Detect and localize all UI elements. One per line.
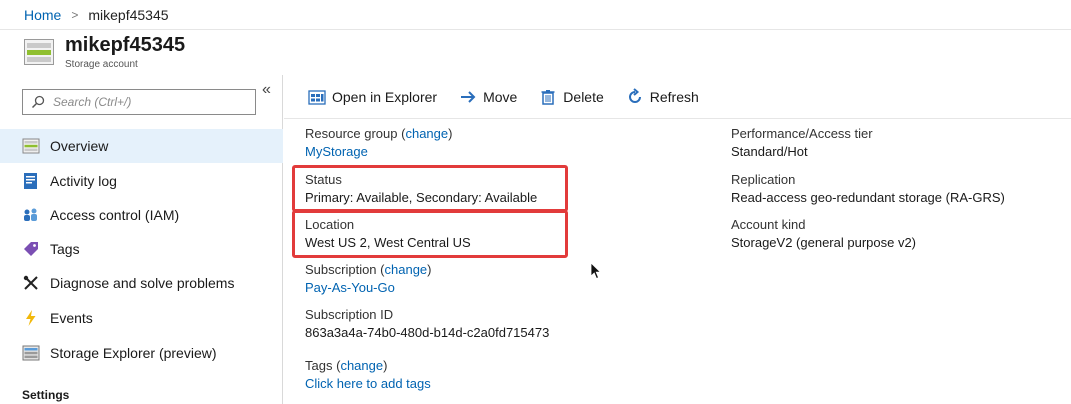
trash-icon	[539, 88, 557, 106]
lightning-icon	[22, 309, 40, 327]
sidebar-item-label: Events	[50, 310, 93, 326]
mouse-cursor-icon	[590, 262, 602, 280]
sidebar-item-label: Activity log	[50, 173, 117, 189]
delete-label: Delete	[563, 88, 604, 105]
breadcrumb-current: mikepf45345	[88, 6, 169, 23]
refresh-button[interactable]: Refresh	[626, 87, 699, 106]
subscription-id-value: 863a3a4a-74b0-480d-b14d-c2a0fd715473	[305, 325, 550, 340]
tags-label: Tags	[305, 358, 333, 373]
subscription-property: Subscription (change) Pay-As-You-Go	[305, 262, 432, 298]
sidebar-item-storage-explorer[interactable]: Storage Explorer (preview)	[0, 336, 283, 370]
sidebar-item-overview[interactable]: Overview	[0, 129, 283, 163]
breadcrumb: Home > mikepf45345	[0, 0, 1071, 30]
tag-icon	[22, 240, 40, 258]
arrow-right-icon	[459, 88, 477, 106]
status-property: Status Primary: Available, Secondary: Av…	[305, 172, 537, 208]
collapse-sidebar-button[interactable]: «	[262, 81, 271, 99]
sidebar-section-settings: Settings	[22, 388, 70, 402]
page-title: mikepf45345	[65, 34, 186, 56]
performance-tier-label: Performance/Access tier	[731, 126, 873, 141]
delete-button[interactable]: Delete	[539, 88, 604, 106]
status-label: Status	[305, 172, 342, 187]
command-bar: Open in Explorer Move Delete Refresh	[284, 75, 1071, 119]
add-tags-link[interactable]: Click here to add tags	[305, 376, 431, 394]
storage-overview-icon	[22, 137, 40, 155]
storage-explorer-icon	[22, 344, 40, 362]
subscription-id-property: Subscription ID 863a3a4a-74b0-480d-b14d-…	[305, 307, 549, 343]
sidebar-item-label: Access control (IAM)	[50, 207, 180, 223]
subscription-label: Subscription	[305, 262, 377, 277]
resource-group-change-link[interactable]: change	[405, 126, 448, 141]
sidebar-item-label: Tags	[50, 241, 80, 257]
sidebar-item-diagnose[interactable]: Diagnose and solve problems	[0, 266, 283, 300]
people-icon	[22, 206, 40, 224]
breadcrumb-separator: >	[71, 7, 79, 22]
search-icon	[31, 95, 45, 109]
replication-value: Read-access geo-redundant storage (RA-GR…	[731, 190, 1005, 205]
resource-group-label-row: Resource group (change)	[305, 126, 453, 141]
wrench-icon	[22, 274, 40, 292]
open-in-explorer-label: Open in Explorer	[332, 88, 438, 105]
tags-label-row: Tags (change)	[305, 358, 388, 373]
location-label: Location	[305, 217, 355, 232]
sidebar: « Overview Activity log Access control (…	[0, 75, 283, 404]
subscription-change-link[interactable]: change	[385, 262, 428, 277]
move-button[interactable]: Move	[459, 88, 517, 106]
explorer-icon	[308, 88, 326, 106]
resource-group-property: Resource group (change) MyStorage	[305, 126, 452, 162]
performance-tier-value: Standard/Hot	[731, 144, 808, 159]
location-property: Location West US 2, West Central US	[305, 217, 471, 253]
sidebar-item-access-control[interactable]: Access control (IAM)	[0, 198, 283, 232]
status-value: Primary: Available, Secondary: Available	[305, 190, 538, 205]
refresh-label: Refresh	[649, 88, 699, 105]
search-input[interactable]	[53, 93, 249, 111]
account-kind-label: Account kind	[731, 217, 806, 232]
sidebar-item-activity-log[interactable]: Activity log	[0, 164, 283, 198]
resource-group-value-link[interactable]: MyStorage	[305, 144, 452, 162]
subscription-label-row: Subscription (change)	[305, 262, 432, 277]
sidebar-search[interactable]	[22, 89, 256, 115]
tags-property: Tags (change) Click here to add tags	[305, 358, 431, 394]
activity-log-icon	[22, 172, 40, 190]
sidebar-item-label: Overview	[50, 138, 109, 154]
replication-label: Replication	[731, 172, 796, 187]
open-in-explorer-button[interactable]: Open in Explorer	[308, 88, 437, 106]
breadcrumb-home-link[interactable]: Home	[24, 7, 61, 23]
subscription-value-link[interactable]: Pay-As-You-Go	[305, 280, 432, 298]
sidebar-item-label: Diagnose and solve problems	[50, 275, 235, 291]
refresh-icon	[626, 87, 644, 106]
location-value: West US 2, West Central US	[305, 235, 471, 250]
page-subtitle: Storage account	[65, 59, 138, 70]
storage-account-icon	[24, 39, 54, 65]
resource-group-label: Resource group	[305, 126, 398, 141]
account-kind-property: Account kind StorageV2 (general purpose …	[731, 217, 916, 253]
performance-tier-property: Performance/Access tier Standard/Hot	[731, 126, 873, 162]
account-kind-value: StorageV2 (general purpose v2)	[731, 235, 917, 250]
sidebar-item-tags[interactable]: Tags	[0, 232, 283, 266]
replication-property: Replication Read-access geo-redundant st…	[731, 172, 1005, 208]
sidebar-item-events[interactable]: Events	[0, 301, 283, 335]
tags-change-link[interactable]: change	[340, 358, 383, 373]
move-label: Move	[483, 88, 518, 105]
sidebar-item-label: Storage Explorer (preview)	[50, 345, 217, 361]
resource-header: mikepf45345 Storage account	[0, 30, 1071, 75]
subscription-id-label: Subscription ID	[305, 307, 394, 322]
